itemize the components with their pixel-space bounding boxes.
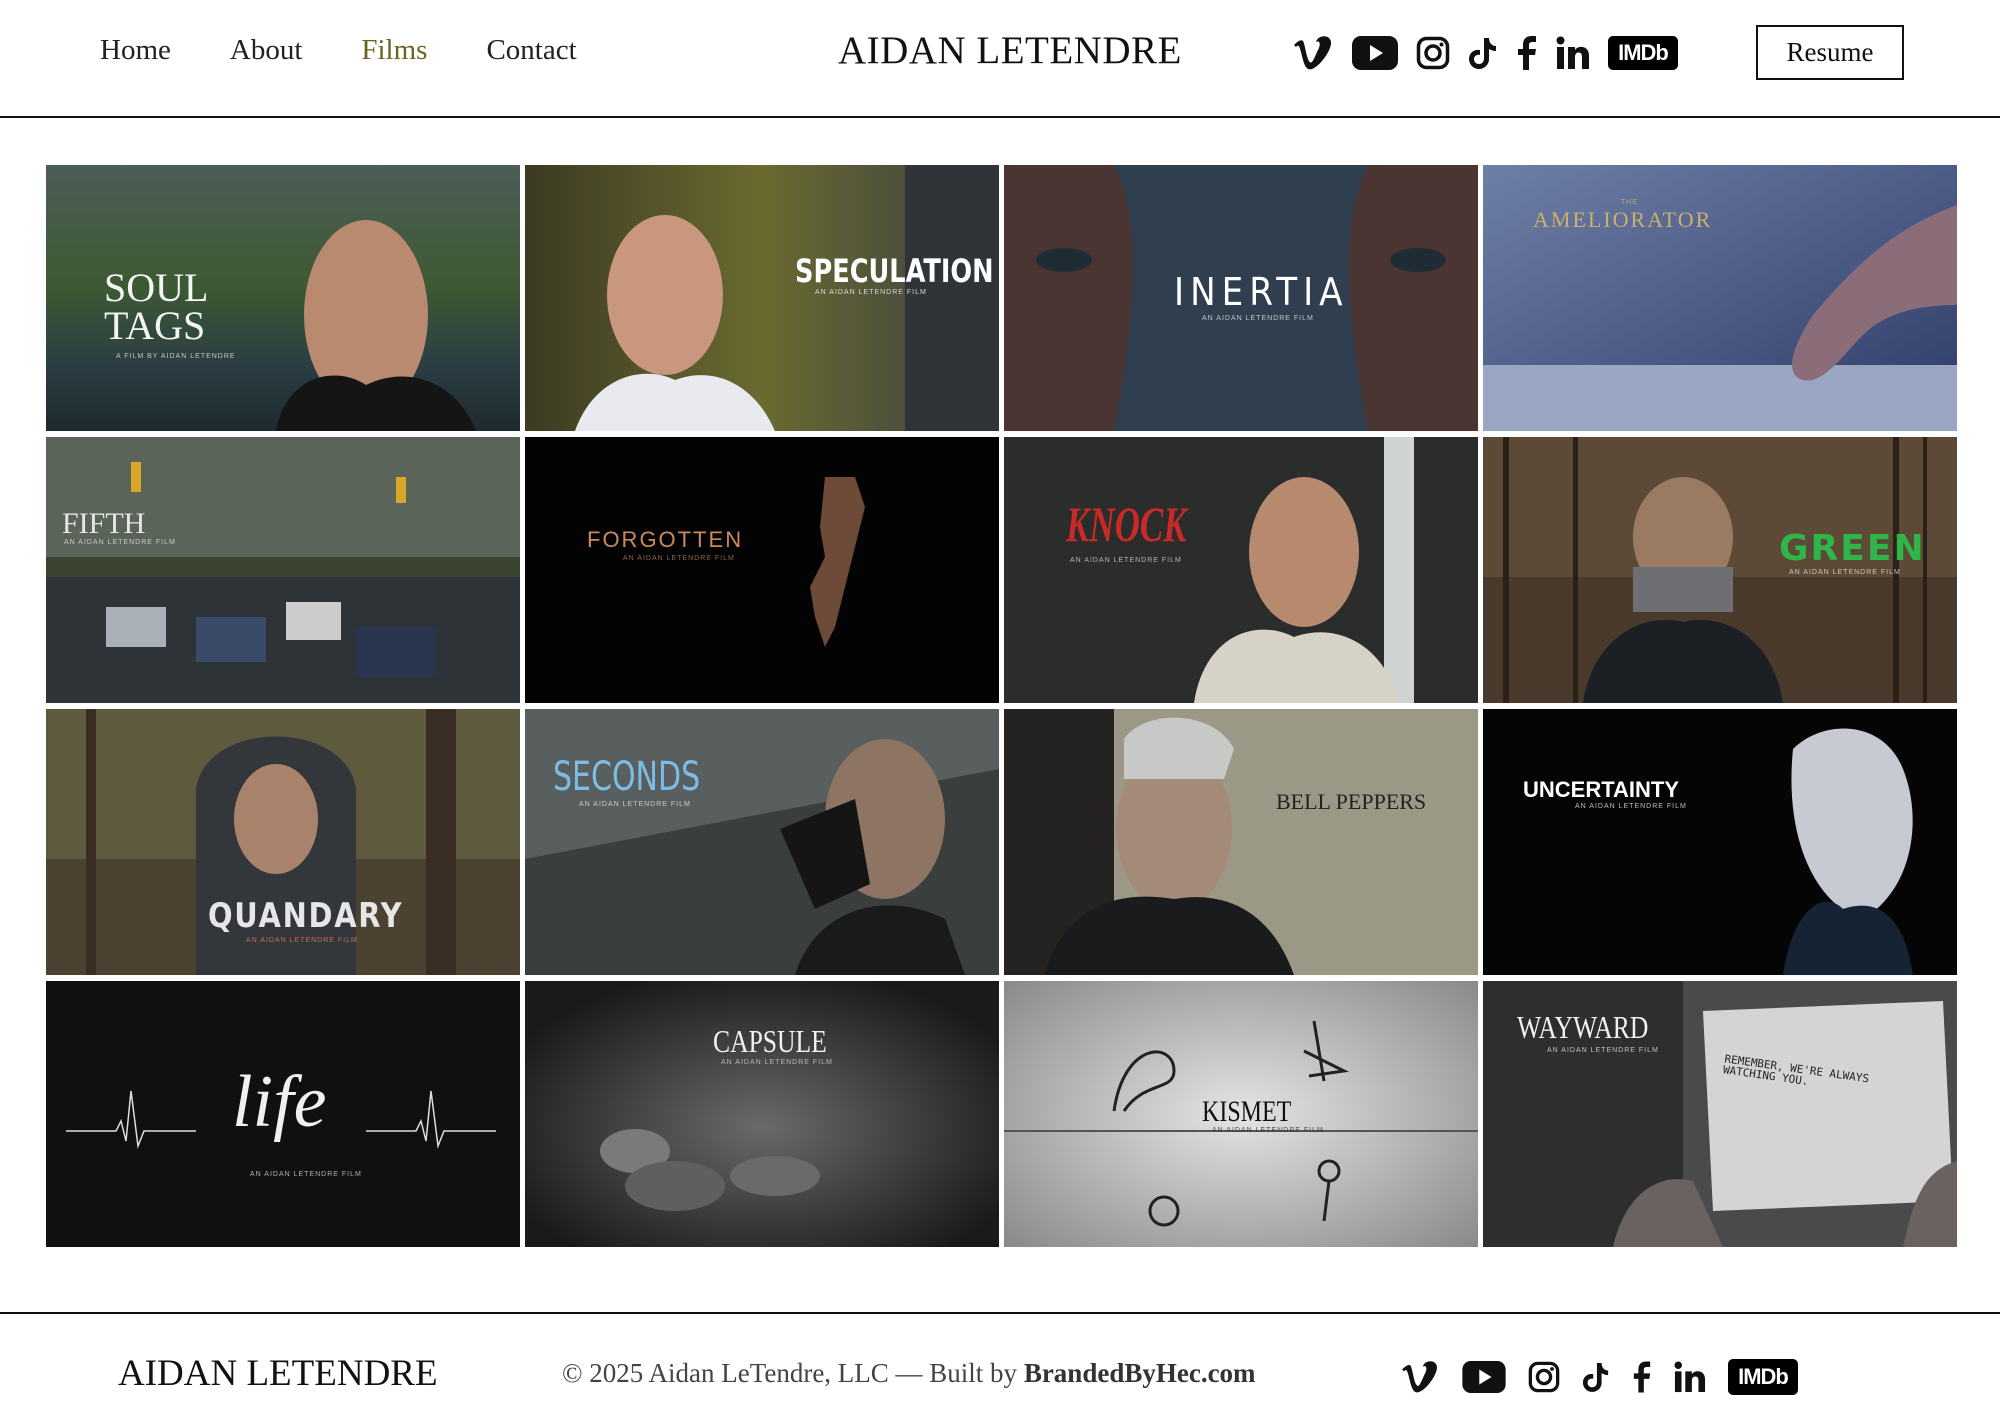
film-tile-green[interactable]: GREEN AN AIDAN LETENDRE FILM bbox=[1483, 437, 1957, 703]
film-credit: AN AIDAN LETENDRE FILM bbox=[1070, 557, 1182, 564]
film-title: CAPSULE bbox=[713, 1023, 827, 1059]
nav-contact[interactable]: Contact bbox=[486, 34, 576, 67]
builder-link[interactable]: BrandedByHec.com bbox=[1024, 1358, 1256, 1388]
imdb-label: IMDb bbox=[1618, 40, 1669, 65]
instagram-icon[interactable] bbox=[1416, 36, 1450, 70]
film-title: QUANDARY bbox=[208, 896, 404, 936]
film-tile-ameliorator[interactable]: AMELIORATOR THE bbox=[1483, 165, 1957, 431]
film-credit: AN AIDAN LETENDRE FILM bbox=[1547, 1047, 1659, 1054]
film-tile-speculation[interactable]: SPECULATION AN AIDAN LETENDRE FILM bbox=[525, 165, 999, 431]
film-thumbnail bbox=[1483, 709, 1957, 975]
copyright-label: © 2025 Aidan LeTendre, LLC — Built by bbox=[562, 1358, 1024, 1388]
facebook-icon[interactable] bbox=[1516, 36, 1538, 70]
films-grid: SOUL TAGS A FILM BY AIDAN LETENDRE SPECU… bbox=[46, 165, 1958, 1247]
film-tile-inertia[interactable]: INERTIA AN AIDAN LETENDRE FILM bbox=[1004, 165, 1478, 431]
nav-about[interactable]: About bbox=[230, 34, 303, 67]
film-credit: AN AIDAN LETENDRE FILM bbox=[815, 289, 927, 296]
film-title: SECONDS bbox=[553, 754, 701, 800]
vimeo-icon[interactable] bbox=[1400, 1361, 1440, 1393]
instagram-icon[interactable] bbox=[1528, 1361, 1560, 1393]
youtube-icon[interactable] bbox=[1352, 36, 1398, 70]
film-title: INERTIA bbox=[1174, 270, 1349, 314]
resume-button[interactable]: Resume bbox=[1756, 25, 1904, 80]
linkedin-icon[interactable] bbox=[1556, 36, 1590, 70]
film-credit: AN AIDAN LETENDRE FILM bbox=[721, 1059, 833, 1066]
film-credit: AN AIDAN LETENDRE FILM bbox=[579, 801, 691, 808]
vimeo-icon[interactable] bbox=[1292, 36, 1334, 70]
film-tile-quandary[interactable]: QUANDARY AN AIDAN LETENDRE FILM bbox=[46, 709, 520, 975]
footer-social-links: IMDb bbox=[1400, 1354, 1820, 1400]
site-footer: AIDAN LETENDRE © 2025 Aidan LeTendre, LL… bbox=[0, 1312, 2000, 1428]
film-title-prefix: THE bbox=[1621, 199, 1638, 206]
film-credit: AN AIDAN LETENDRE FILM bbox=[64, 539, 176, 546]
facebook-icon[interactable] bbox=[1632, 1361, 1652, 1393]
film-credit: AN AIDAN LETENDRE FILM bbox=[1212, 1127, 1324, 1134]
film-tile-kismet[interactable]: KISMET AN AIDAN LETENDRE FILM bbox=[1004, 981, 1478, 1247]
film-title: GREEN bbox=[1779, 528, 1926, 569]
imdb-icon[interactable]: IMDb bbox=[1608, 36, 1678, 70]
film-tile-uncertainty[interactable]: UNCERTAINTY AN AIDAN LETENDRE FILM bbox=[1483, 709, 1957, 975]
imdb-label: IMDb bbox=[1738, 1364, 1789, 1389]
film-credit: AN AIDAN LETENDRE FILM bbox=[250, 1171, 362, 1178]
youtube-icon[interactable] bbox=[1462, 1361, 1506, 1393]
film-tile-life[interactable]: life AN AIDAN LETENDRE FILM bbox=[46, 981, 520, 1247]
film-thumbnail bbox=[1004, 709, 1478, 975]
film-tile-fifth[interactable]: FIFTH AN AIDAN LETENDRE FILM bbox=[46, 437, 520, 703]
main-nav: Home About Films Contact bbox=[100, 34, 636, 67]
film-thumbnail bbox=[525, 981, 999, 1247]
film-tile-soul-tags[interactable]: SOUL TAGS A FILM BY AIDAN LETENDRE bbox=[46, 165, 520, 431]
film-title: AMELIORATOR bbox=[1533, 207, 1713, 232]
film-thumbnail bbox=[1004, 437, 1478, 703]
film-thumbnail bbox=[46, 437, 520, 703]
film-tile-capsule[interactable]: CAPSULE AN AIDAN LETENDRE FILM bbox=[525, 981, 999, 1247]
film-title: UNCERTAINTY bbox=[1523, 777, 1680, 802]
tiktok-icon[interactable] bbox=[1468, 36, 1498, 70]
film-title: WAYWARD bbox=[1517, 1009, 1649, 1045]
copyright-text: © 2025 Aidan LeTendre, LLC — Built by Br… bbox=[562, 1358, 1256, 1389]
film-title: SOUL bbox=[104, 265, 209, 310]
film-tile-forgotten[interactable]: FORGOTTEN AN AIDAN LETENDRE FILM bbox=[525, 437, 999, 703]
tiktok-icon[interactable] bbox=[1582, 1361, 1610, 1393]
film-thumbnail bbox=[525, 165, 999, 431]
header-social-links: IMDb bbox=[1292, 30, 1696, 76]
film-title: SPECULATION bbox=[795, 252, 994, 290]
site-header: Home About Films Contact AIDAN LETENDRE … bbox=[0, 0, 2000, 118]
film-credit: AN AIDAN LETENDRE FILM bbox=[1575, 803, 1687, 810]
footer-title: AIDAN LETENDRE bbox=[118, 1353, 438, 1394]
film-thumbnail bbox=[1483, 165, 1957, 431]
imdb-icon[interactable]: IMDb bbox=[1728, 1359, 1798, 1395]
film-thumbnail bbox=[525, 709, 999, 975]
film-title: KISMET bbox=[1202, 1095, 1292, 1128]
film-tile-knock[interactable]: KNOCK AN AIDAN LETENDRE FILM bbox=[1004, 437, 1478, 703]
film-title: life bbox=[232, 1061, 327, 1143]
film-tile-seconds[interactable]: SECONDS AN AIDAN LETENDRE FILM bbox=[525, 709, 999, 975]
film-title: KNOCK bbox=[1066, 496, 1187, 552]
site-title[interactable]: AIDAN LETENDRE bbox=[838, 28, 1182, 73]
film-title: BELL PEPPERS bbox=[1276, 789, 1427, 814]
film-credit: AN AIDAN LETENDRE FILM bbox=[1789, 569, 1901, 576]
film-thumbnail bbox=[525, 437, 999, 703]
film-title: FIFTH bbox=[62, 507, 146, 540]
film-tile-bell-peppers[interactable]: BELL PEPPERS bbox=[1004, 709, 1478, 975]
film-credit: AN AIDAN LETENDRE FILM bbox=[623, 555, 735, 562]
film-credit: AN AIDAN LETENDRE FILM bbox=[1202, 315, 1314, 322]
film-tile-wayward[interactable]: WAYWARD AN AIDAN LETENDRE FILM REMEMBER,… bbox=[1483, 981, 1957, 1247]
film-title: FORGOTTEN bbox=[587, 527, 744, 552]
nav-home[interactable]: Home bbox=[100, 34, 171, 67]
linkedin-icon[interactable] bbox=[1674, 1361, 1706, 1393]
film-credit: A FILM BY AIDAN LETENDRE bbox=[116, 353, 236, 360]
nav-films[interactable]: Films bbox=[361, 34, 427, 67]
film-credit: AN AIDAN LETENDRE FILM bbox=[246, 937, 358, 944]
film-title: TAGS bbox=[104, 303, 206, 348]
